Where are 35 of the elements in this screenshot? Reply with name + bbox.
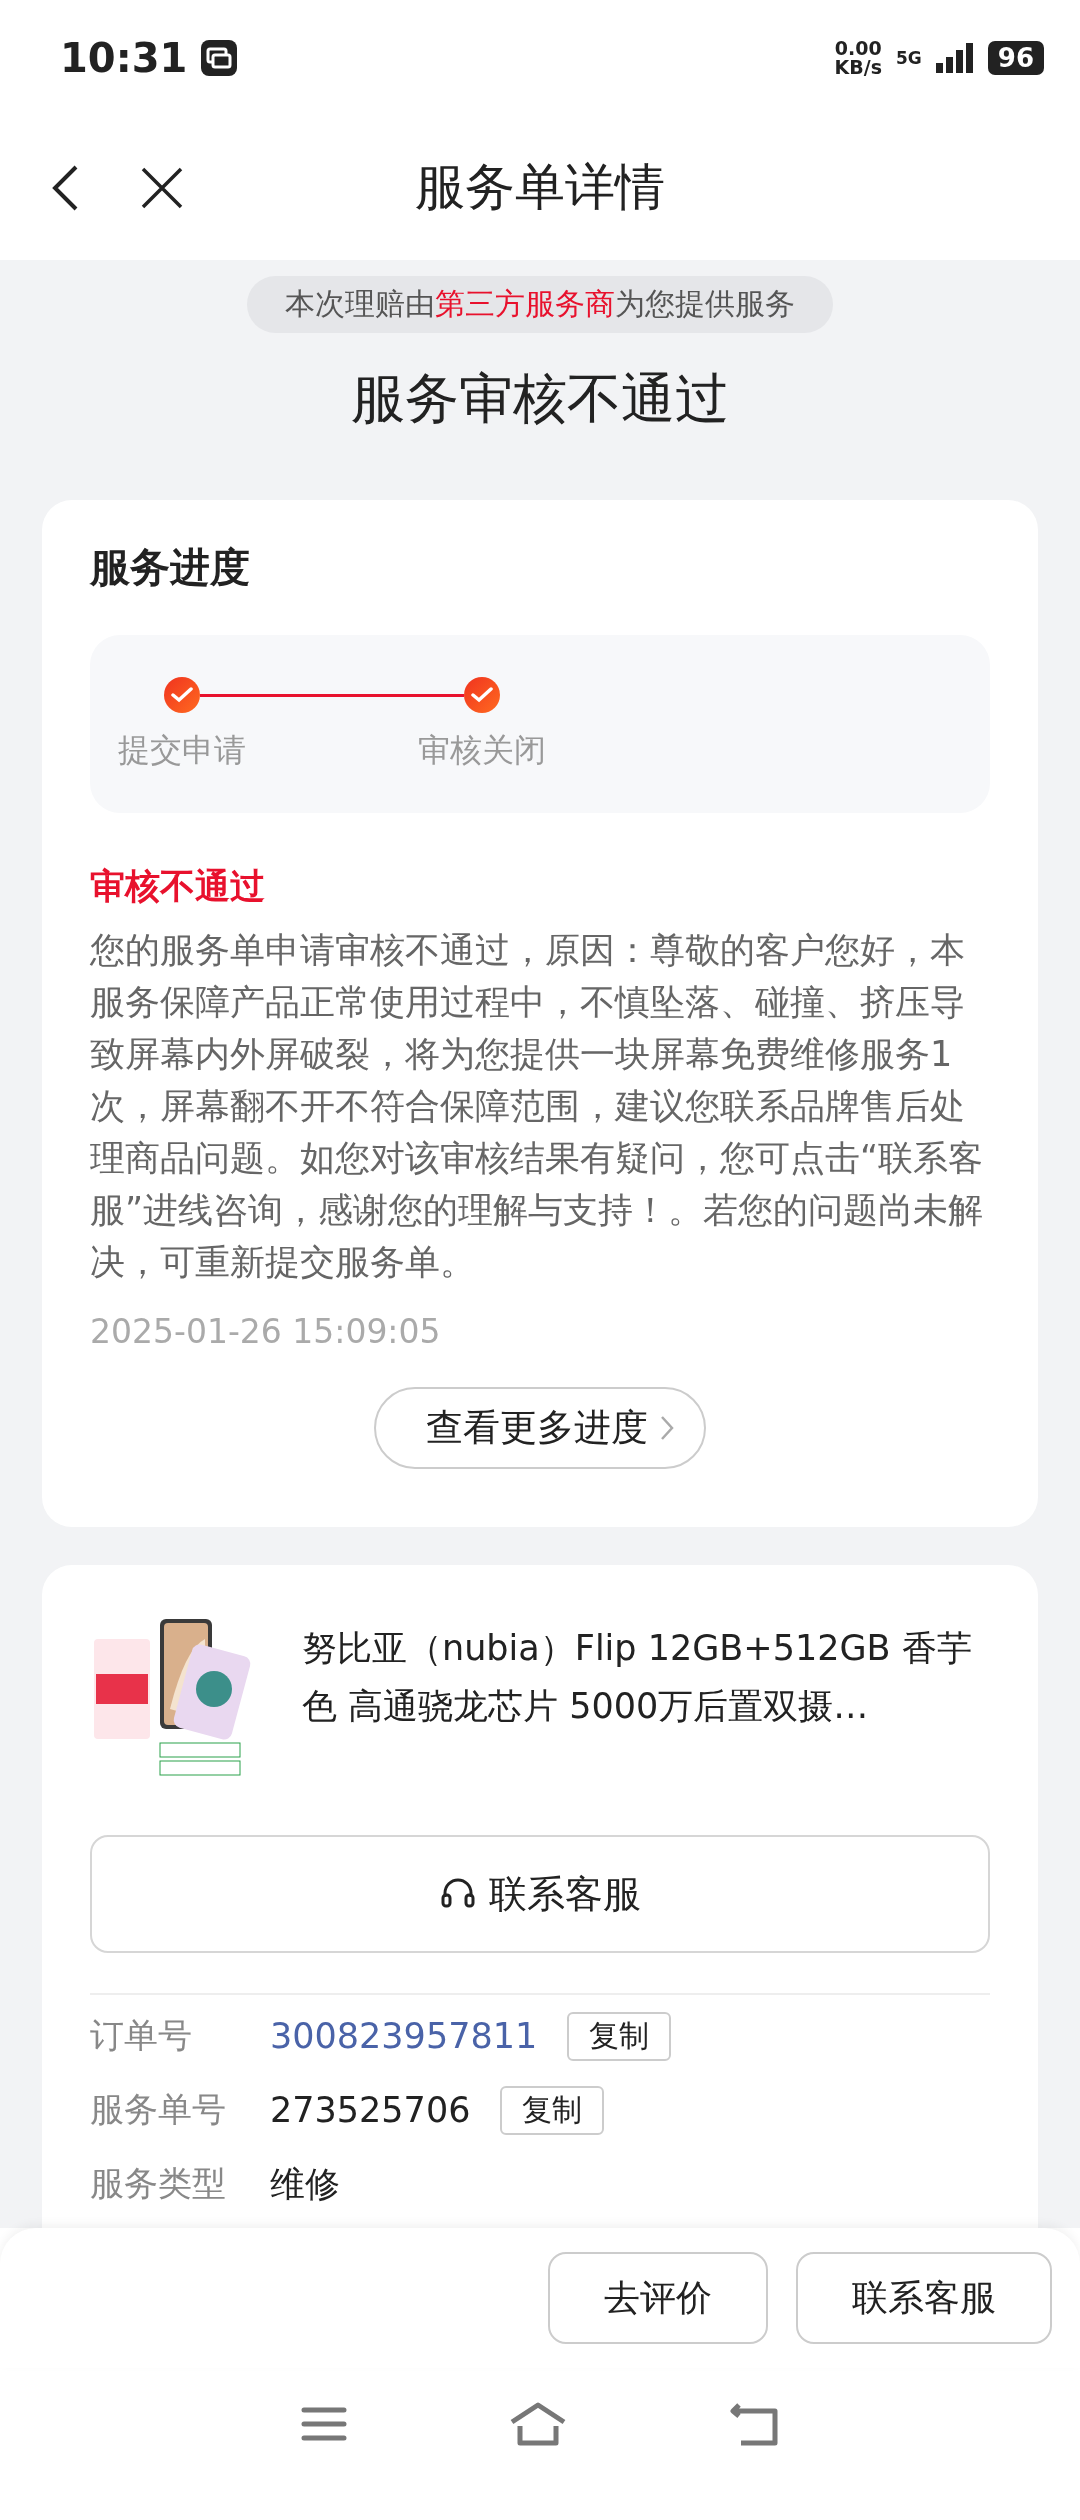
menu-icon[interactable] (301, 2406, 347, 2442)
back-button[interactable] (50, 163, 80, 212)
network-speed: 0.00 (834, 38, 882, 58)
chevron-right-icon (660, 1415, 674, 1441)
info-value: 维修 (270, 2162, 340, 2206)
step-label: 提交申请 (118, 730, 246, 771)
contact-service-button[interactable]: 联系客服 (90, 1835, 990, 1953)
info-value: 273525706 (270, 2090, 471, 2130)
service-provider-notice: 本次理赔由第三方服务商为您提供服务 (247, 276, 833, 333)
info-label: 订单号 (90, 2014, 193, 2057)
notification-icon (201, 39, 238, 76)
result-description: 您的服务单申请审核不通过，原因：尊敬的客户您好，本服务保障产品正常使用过程中，不慎坠落、碰撞、挤压导致屏幕内外屏破裂，将为您提供一块屏幕免费维修服务1次，屏幕翻不开不符合保障范围，建议您联系品牌售后处理商品问题。如您对该审核结果有疑问，您可点击“联系客服”进线咨询，感谢您的理解与支持！。若您的问题尚未解决，可重新提交服务单。 (90, 929, 985, 1284)
service-status-title: 服务审核不通过 (351, 366, 729, 432)
page-title: 服务单详情 (415, 157, 665, 218)
action-button[interactable]: 去评价 (548, 2252, 768, 2344)
close-button[interactable] (140, 165, 184, 210)
result-title: 审核不通过 (90, 865, 266, 908)
copy-button[interactable]: 复制 (500, 2085, 605, 2135)
home-icon[interactable] (509, 2402, 567, 2446)
back-icon[interactable] (729, 2402, 779, 2446)
signal-icon (935, 42, 974, 73)
more-progress-button[interactable]: 查看更多进度 (374, 1387, 706, 1469)
result-time: 2025-01-26 15:09:05 (90, 1312, 442, 1351)
info-label: 服务单号 (90, 2088, 227, 2131)
product-title: 努比亚（nubia）Flip 12GB+512GB 香芋色 高通骁龙芯片 5000万后置双摄… (302, 1627, 973, 1728)
card-title: 服务进度 (90, 543, 251, 592)
battery-level: 96 (987, 40, 1044, 75)
network-type: 5G (896, 47, 922, 68)
speed-unit: KB/s (834, 57, 882, 77)
info-label: 服务类型 (90, 2162, 227, 2205)
order-number-link[interactable]: 300823957811 (270, 2016, 538, 2056)
copy-button[interactable]: 复制 (567, 2011, 672, 2061)
action-button[interactable]: 联系客服 (796, 2252, 1052, 2344)
step-label: 审核关闭 (418, 730, 546, 771)
clock-time: 10:31 (60, 34, 188, 81)
